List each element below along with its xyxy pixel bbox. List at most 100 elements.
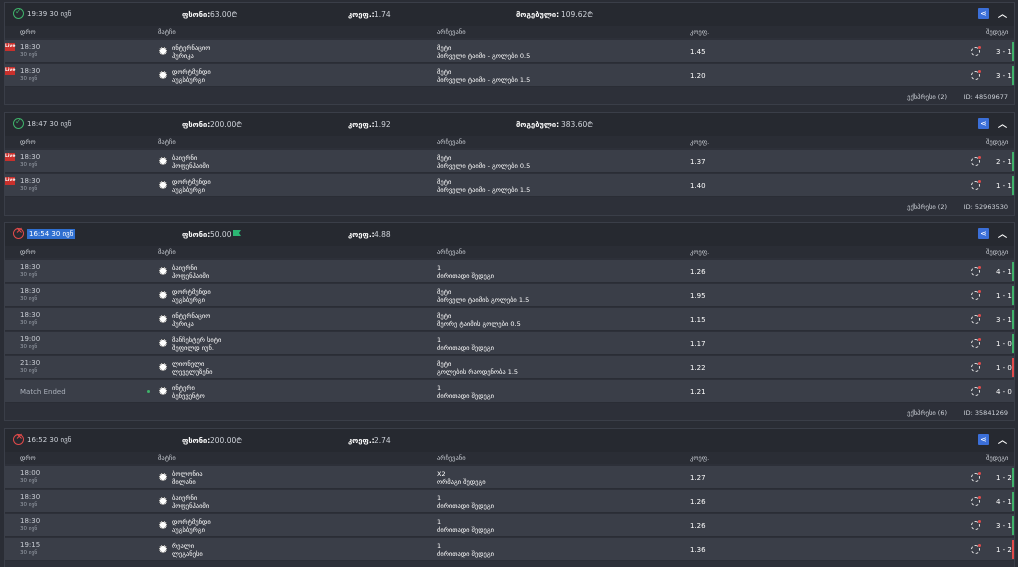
x-circle-icon: [13, 432, 24, 445]
away-team[interactable]: ჰურიკა: [172, 320, 194, 328]
stats-icon[interactable]: [971, 338, 981, 348]
odd-value: 1.95: [690, 292, 706, 300]
table-row: Live 18:30 30 ივნ დორტმუნდი აუგსბურგი მე…: [5, 64, 1014, 87]
stake-label: ფსონი:: [182, 230, 211, 239]
bet-card-header: 19:39 30 ივნ ფსონი: 63.00₾ კოეფ.: 1.74 მ…: [5, 3, 1014, 27]
away-team[interactable]: აუგსბურგი: [172, 76, 205, 84]
home-team[interactable]: მანჩესტერ სიტი: [172, 336, 221, 344]
stats-icon[interactable]: [971, 520, 981, 530]
score: 1 - 1: [996, 182, 1012, 190]
home-team[interactable]: ბაიერნი: [172, 494, 197, 502]
market: პირველი ტაიმი - გოლები 0.5: [437, 162, 531, 170]
col-pick: არჩევანი: [437, 138, 466, 146]
share-icon[interactable]: ⋖: [978, 228, 989, 239]
match-date: 30 ივნ: [20, 368, 38, 374]
stats-icon[interactable]: [971, 544, 981, 554]
pick: 1: [437, 494, 442, 502]
home-team[interactable]: ინტერნაციო: [172, 44, 210, 52]
result-indicator: [1012, 66, 1014, 85]
away-team[interactable]: ჰოფენჰაიმი: [172, 272, 209, 280]
stats-icon[interactable]: [971, 70, 981, 80]
away-team[interactable]: ჰურიკა: [172, 52, 194, 60]
bet-history-page: 19:39 30 ივნ ფსონი: 63.00₾ კოეფ.: 1.74 მ…: [0, 0, 1018, 567]
col-date: დრო: [20, 454, 36, 462]
table-row: Live 18:30 30 ივნ ინტერნაციო ჰურიკა მეტი…: [5, 40, 1014, 63]
stats-icon[interactable]: [971, 46, 981, 56]
stake-value: 200.00₾: [210, 436, 243, 445]
bet-card: 19:39 30 ივნ ფსონი: 63.00₾ კოეფ.: 1.74 მ…: [4, 2, 1015, 105]
home-team[interactable]: ბაიერნი: [172, 154, 197, 162]
soccer-ball-icon: [159, 521, 167, 529]
away-team[interactable]: შეფილდ იუნ.: [172, 344, 214, 352]
away-team[interactable]: აუგსბურგი: [172, 186, 205, 194]
result-indicator: [1012, 152, 1014, 171]
stats-icon[interactable]: [971, 314, 981, 324]
home-team[interactable]: ინტერი: [172, 384, 195, 392]
away-team[interactable]: ლეგანესი: [172, 550, 203, 558]
stats-icon[interactable]: [971, 362, 981, 372]
soccer-ball-icon: [159, 315, 167, 323]
away-team[interactable]: ჰოფენჰაიმი: [172, 502, 209, 510]
stats-icon[interactable]: [971, 386, 981, 396]
flag-icon: [233, 230, 241, 236]
match-date: 30 ივნ: [20, 550, 38, 556]
home-team[interactable]: ბაიერნი: [172, 264, 197, 272]
away-team[interactable]: ჰოფენჰაიმი: [172, 162, 209, 170]
table-row: 19:15 30 ივნ რეალი ლეგანესი 1 ძირითადი შ…: [5, 538, 1014, 561]
match-time: 18:30: [20, 67, 41, 75]
live-badge: Live: [5, 43, 16, 51]
win-label: მოგებული:: [516, 10, 560, 19]
chevron-up-icon[interactable]: ︿: [998, 7, 1007, 20]
pick: მეტი: [437, 288, 452, 296]
stats-icon[interactable]: [971, 290, 981, 300]
soccer-ball-icon: [159, 387, 167, 395]
odds-value: 4.88: [374, 230, 391, 239]
home-team[interactable]: ინტერნაციო: [172, 312, 210, 320]
live-badge: Live: [5, 67, 16, 75]
share-icon[interactable]: ⋖: [978, 118, 989, 129]
table-row: Live 18:30 30 ივნ ბაიერნი ჰოფენჰაიმი მეტ…: [5, 150, 1014, 173]
chevron-up-icon[interactable]: ︿: [998, 117, 1007, 130]
stats-icon[interactable]: [971, 266, 981, 276]
soccer-ball-icon: [159, 47, 167, 55]
stats-icon[interactable]: [971, 180, 981, 190]
home-team[interactable]: დორტმუნდი: [172, 68, 211, 76]
stats-icon[interactable]: [971, 156, 981, 166]
col-date: დრო: [20, 138, 36, 146]
bet-footer: ექსპრესი (2) ID: 48509677: [5, 89, 1014, 103]
table-row: 18:00 30 ივნ ბოლონია მილანი X2 ორმაგი შე…: [5, 466, 1014, 489]
away-team[interactable]: აუგსბურგი: [172, 296, 205, 304]
away-team[interactable]: ლეველუზენი: [172, 368, 212, 376]
bet-card: 18:47 30 ივნ ფსონი: 200.00₾ კოეფ.: 1.92 …: [4, 112, 1015, 216]
col-match: მატჩი: [158, 138, 176, 146]
chevron-up-icon[interactable]: ︿: [998, 433, 1007, 446]
system-type: ექსპრესი (2): [907, 203, 947, 211]
bet-card-header: 16:52 30 ივნ ფსონი: 200.00₾ კოეფ.: 2.74 …: [5, 429, 1014, 453]
away-team[interactable]: მილანი: [172, 478, 196, 486]
share-icon[interactable]: ⋖: [978, 434, 989, 445]
stats-icon[interactable]: [971, 472, 981, 482]
market: გოლების რაოდენობა 1.5: [437, 368, 519, 376]
stats-icon[interactable]: [971, 496, 981, 506]
result-indicator: [1012, 42, 1014, 61]
odds-label: კოეფ.:: [348, 230, 375, 239]
bet-time: 19:39 30 ივნ: [27, 10, 72, 18]
home-team[interactable]: დორტმუნდი: [172, 178, 211, 186]
score: 4 - 1: [996, 498, 1012, 506]
chevron-up-icon[interactable]: ︿: [998, 227, 1007, 240]
home-team[interactable]: რეალი: [172, 542, 194, 550]
pick: 1: [437, 336, 442, 344]
home-team[interactable]: დორტმუნდი: [172, 288, 211, 296]
odds-value: 2.74: [374, 436, 391, 445]
result-indicator: [1012, 468, 1014, 487]
home-team[interactable]: ბოლონია: [172, 470, 203, 478]
col-date: დრო: [20, 248, 36, 256]
home-team[interactable]: ლიონელი: [172, 360, 204, 368]
score: 1 - 2: [996, 546, 1012, 554]
away-team[interactable]: აუგსბურგი: [172, 526, 205, 534]
away-team[interactable]: ბენევენტო: [172, 392, 205, 400]
share-icon[interactable]: ⋖: [978, 8, 989, 19]
home-team[interactable]: დორტმუნდი: [172, 518, 211, 526]
odd-value: 1.37: [690, 158, 706, 166]
table-row: 18:30 30 ივნ დორტმუნდი აუგსბურგი მეტი პი…: [5, 284, 1014, 307]
